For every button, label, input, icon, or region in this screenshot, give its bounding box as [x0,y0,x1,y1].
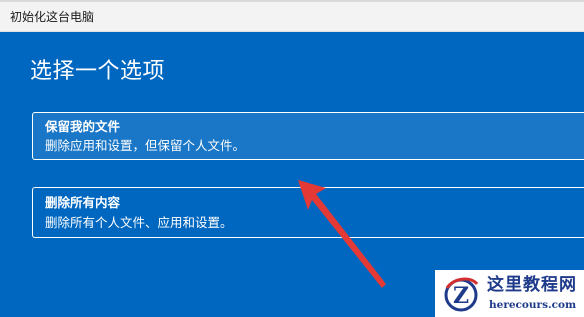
annotation-arrow-icon [298,180,386,288]
option-description: 删除所有个人文件、应用和设置。 [45,215,233,230]
window-title: 初始化这台电脑 [10,10,95,24]
watermark-url: herecours.com [489,299,577,311]
page-title: 选择一个选项 [30,59,166,84]
svg-text:Z: Z [453,283,469,309]
option-title: 保留我的文件 [45,119,121,134]
watermark-title: 这里教程网 [487,275,577,295]
title-bar: 初始化这台电脑 [0,2,584,32]
site-watermark: Z 这里教程网 herecours.com [435,270,584,317]
site-logo-icon: Z [444,277,479,312]
option-description: 删除应用和设置，但保留个人文件。 [45,138,246,153]
keep-my-files-option[interactable]: 保留我的文件 删除应用和设置，但保留个人文件。 [32,112,584,160]
option-title: 删除所有内容 [45,195,121,210]
